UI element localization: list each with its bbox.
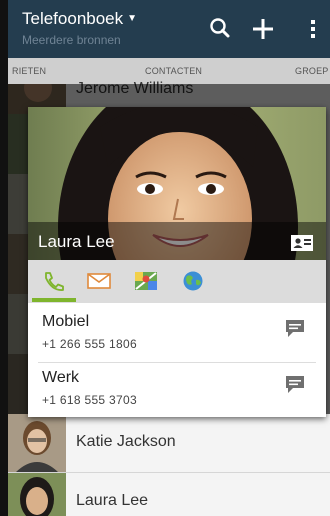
tab-contacts[interactable]: CONTACTEN <box>145 66 202 76</box>
action-icon-row <box>28 260 326 303</box>
overflow-menu-icon[interactable] <box>298 14 328 44</box>
active-action-indicator <box>32 298 76 302</box>
tab-favorites[interactable]: RIETEN <box>12 66 46 76</box>
quick-contact-card: Laura Lee Mobiel +1 266 555 1806 Werk +1… <box>28 107 326 417</box>
app-title-dropdown[interactable]: Telefoonboek ▼ <box>22 9 137 29</box>
contact-card-icon[interactable] <box>291 235 313 251</box>
entry-number: +1 618 555 3703 <box>42 393 137 407</box>
add-icon[interactable] <box>248 14 278 44</box>
search-icon[interactable] <box>205 14 235 44</box>
app-subtitle: Meerdere bronnen <box>22 33 121 47</box>
contact-name: Laura Lee <box>76 492 149 509</box>
list-item[interactable]: Laura Lee <box>8 473 330 516</box>
tab-groups[interactable]: GROEP <box>295 66 329 76</box>
contact-name: Katie Jackson <box>76 433 176 450</box>
entry-label: Mobiel <box>42 313 90 330</box>
message-icon[interactable] <box>284 374 306 394</box>
globe-icon[interactable] <box>181 270 205 292</box>
phone-entry-work[interactable]: Werk +1 618 555 3703 <box>28 362 326 418</box>
action-bar: Telefoonboek ▼ Meerdere bronnen <box>8 0 330 58</box>
dropdown-caret-icon: ▼ <box>127 13 138 24</box>
phone-icon[interactable] <box>42 270 66 292</box>
avatar <box>8 414 66 472</box>
mail-icon[interactable] <box>87 270 111 292</box>
avatar <box>8 473 66 516</box>
map-icon[interactable] <box>134 270 158 292</box>
message-icon[interactable] <box>284 318 306 338</box>
list-item[interactable]: Katie Jackson <box>8 414 330 473</box>
entry-label: Werk <box>42 369 80 386</box>
card-contact-name: Laura Lee <box>38 232 115 251</box>
entry-number: +1 266 555 1806 <box>42 337 137 351</box>
app-title: Telefoonboek <box>22 9 124 28</box>
divider <box>38 362 316 363</box>
phone-entry-mobile[interactable]: Mobiel +1 266 555 1806 <box>28 306 326 362</box>
phone-screen: Telefoonboek ▼ Meerdere bronnen RIETEN CO… <box>8 0 330 516</box>
